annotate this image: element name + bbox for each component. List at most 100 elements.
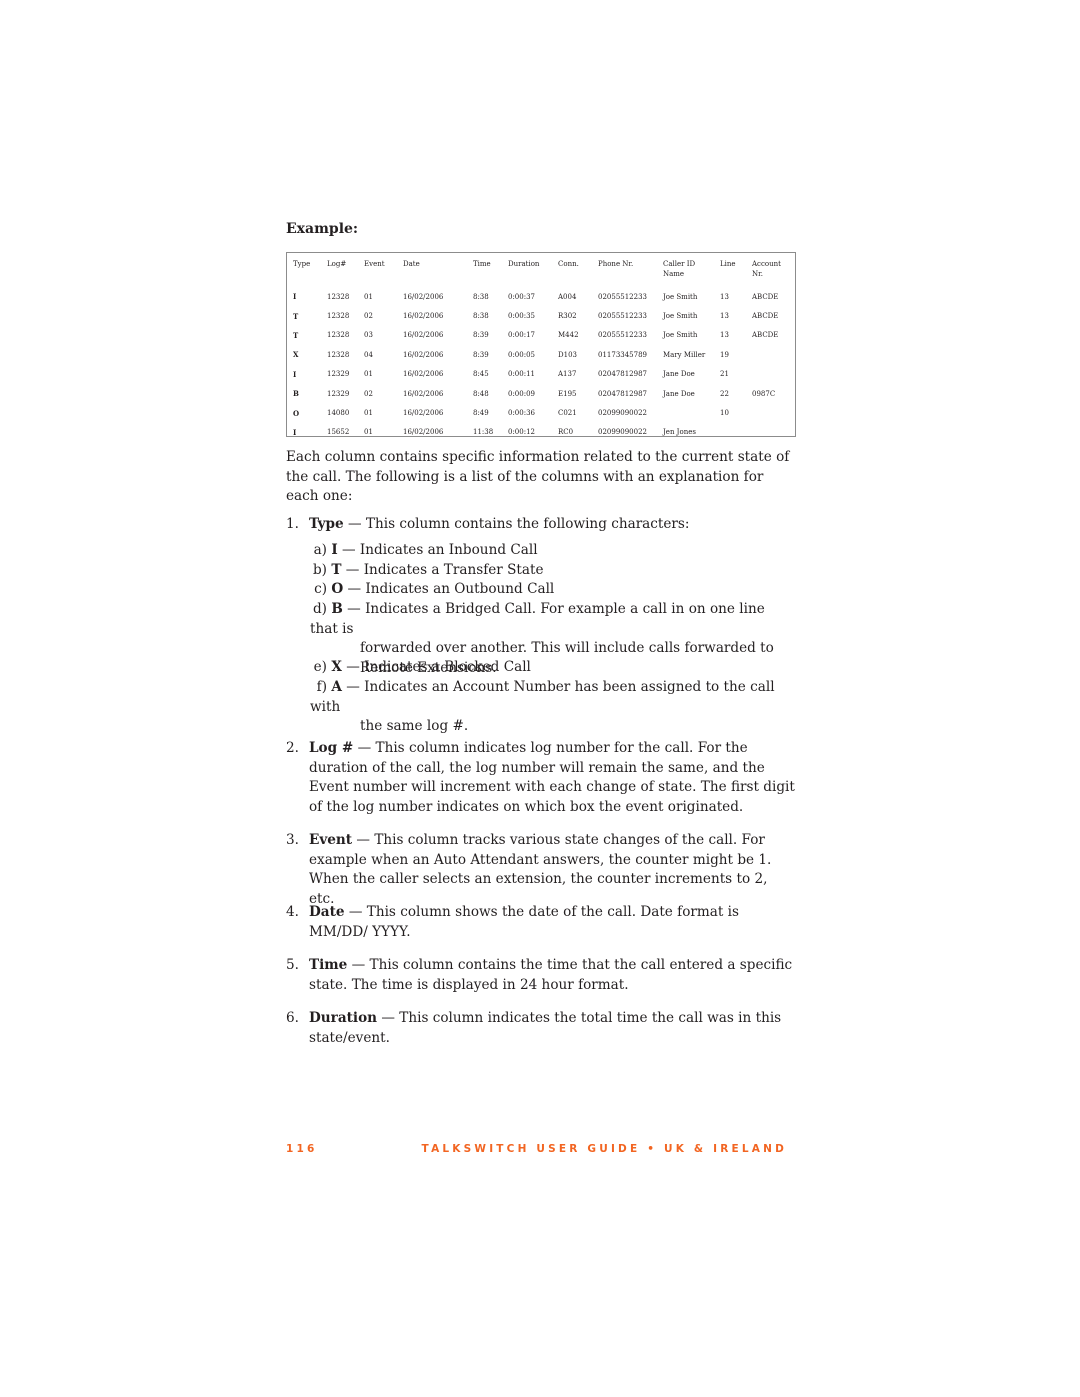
sub-list-item: e) X — Indicates a Blocked Call (310, 658, 796, 678)
sub-item-label: a) (313, 542, 327, 558)
table-cell: Joe Smith (663, 292, 698, 301)
table-cell: 16/02/2006 (403, 331, 444, 340)
table-cell: 02099090022 (598, 409, 647, 418)
call-log-table-box: Type Log# Event Date Time Duration Conn. Phone … (286, 252, 796, 437)
item-term: Time (309, 957, 348, 973)
table-cell: 0:00:12 (508, 428, 535, 437)
table-cell: 12328 (327, 350, 350, 359)
table-cell (752, 423, 792, 442)
table-cell: ABCDE (752, 292, 779, 301)
column-header: Account Nr. (752, 260, 781, 278)
table-cell: 16/02/2006 (403, 389, 444, 398)
item-number: 6. (286, 1010, 299, 1026)
table-cell: Mary Miller (663, 350, 706, 359)
page-number: 116 (286, 1143, 318, 1155)
table-cell: 12328 (327, 292, 350, 301)
table-cell: 01 (364, 428, 373, 437)
table-cell: Jen Jones (663, 428, 696, 437)
item-body: Log # — This column indicates log number… (309, 740, 795, 815)
sub-item-label: b) (312, 562, 327, 578)
table-cell: 02047812987 (598, 389, 647, 398)
column-header: Date (403, 260, 420, 268)
table-cell: D103 (558, 350, 577, 359)
item-body: Time — This column contains the time tha… (309, 957, 793, 993)
list-item: 1. Type — This column contains the follow… (286, 515, 796, 535)
table-cell: A137 (558, 370, 577, 379)
table-cell: 01 (364, 370, 373, 379)
table-cell: O (293, 408, 300, 418)
item-term: Date (309, 904, 345, 920)
item-body: Event — This column tracks various state… (309, 832, 772, 907)
column-header: Caller ID Name (663, 260, 696, 278)
table-cell: 0:00:11 (508, 370, 535, 379)
table-cell (663, 403, 720, 422)
table-cell (752, 345, 792, 364)
item-number: 1. (286, 516, 299, 532)
table-cell: 0987C (752, 389, 776, 398)
column-header: Type (293, 260, 311, 268)
table-cell: I (293, 292, 297, 302)
table-cell (752, 365, 792, 384)
table-cell: 0:00:36 (508, 409, 535, 418)
table-cell: 16/02/2006 (403, 312, 444, 321)
table-cell: 0:00:05 (508, 350, 535, 359)
item-body: Date — This column shows the date of the… (309, 904, 739, 940)
sub-item-term: I (331, 542, 338, 558)
table-row: B 12329 02 16/02/2006 8:48 0:00:09 E195 0204781… (293, 384, 792, 403)
list-item: 4. Date — This column shows the date of t… (286, 903, 796, 942)
table-cell: X (293, 350, 299, 360)
table-cell: 02047812987 (598, 370, 647, 379)
list-item: 6. Duration — This column indicates the t… (286, 1009, 796, 1048)
table-body: I 12328 01 16/02/2006 8:38 0:00:37 A004 0205551… (293, 287, 792, 442)
table-cell: A004 (558, 292, 577, 301)
table-cell: I (293, 369, 297, 379)
column-header: Line (720, 260, 736, 268)
table-cell: 13 (720, 292, 729, 301)
table-cell: 12328 (327, 312, 350, 321)
table-cell: 8:38 (473, 292, 489, 301)
table-row: O 14080 01 16/02/2006 8:49 0:00:36 C021 0209909… (293, 403, 792, 422)
table-cell: T (293, 330, 299, 340)
table-cell: 03 (364, 331, 373, 340)
table-cell: 8:38 (473, 312, 489, 321)
table-cell: 8:45 (473, 370, 489, 379)
column-header: Time (473, 260, 491, 268)
sub-list-item: f) A — Indicates an Account Number has b… (310, 678, 796, 737)
sub-item-term: T (331, 562, 342, 578)
table-cell: 8:39 (473, 331, 489, 340)
list-item: 3. Event — This column tracks various sta… (286, 831, 796, 909)
column-header: Duration (508, 260, 540, 268)
table-cell: 15652 (327, 428, 350, 437)
table-cell: 8:49 (473, 409, 489, 418)
table-cell: 0:00:17 (508, 331, 535, 340)
sub-item-label: c) (314, 581, 327, 597)
table-cell: ABCDE (752, 331, 779, 340)
table-row: T 12328 02 16/02/2006 8:38 0:00:35 R302 0205551… (293, 306, 792, 325)
table-cell: 13 (720, 312, 729, 321)
table-cell: RC0 (558, 428, 574, 437)
sub-list-item: a) I — Indicates an Inbound Call (310, 541, 796, 561)
table-cell: 02055512233 (598, 292, 647, 301)
table-cell: 12329 (327, 370, 350, 379)
table-cell: R302 (558, 312, 577, 321)
call-log-table: Type Log# Event Date Time Duration Conn. Phone … (293, 259, 792, 442)
table-cell (720, 423, 752, 442)
table-cell: 0:00:35 (508, 312, 535, 321)
table-cell: 10 (720, 409, 729, 418)
table-row: X 12328 04 16/02/2006 8:39 0:00:05 D103 0117334… (293, 345, 792, 364)
table-row: I 12328 01 16/02/2006 8:38 0:00:37 A004 0205551… (293, 287, 792, 306)
table-cell: M442 (558, 331, 579, 340)
table-cell: 02099090022 (598, 428, 647, 437)
column-header: Event (364, 260, 385, 268)
item-number: 4. (286, 904, 299, 920)
sub-item-label: d) (312, 601, 327, 617)
item-term: Log # (309, 740, 354, 756)
item-number: 2. (286, 740, 299, 756)
table-cell: 16/02/2006 (403, 370, 444, 379)
item-number: 3. (286, 832, 299, 848)
table-cell: 8:39 (473, 350, 489, 359)
sub-item-continuation: the same log #. (360, 718, 469, 734)
table-cell: 22 (720, 389, 729, 398)
table-cell: 16/02/2006 (403, 350, 444, 359)
list-item: 5. Time — This column contains the time t… (286, 956, 796, 995)
